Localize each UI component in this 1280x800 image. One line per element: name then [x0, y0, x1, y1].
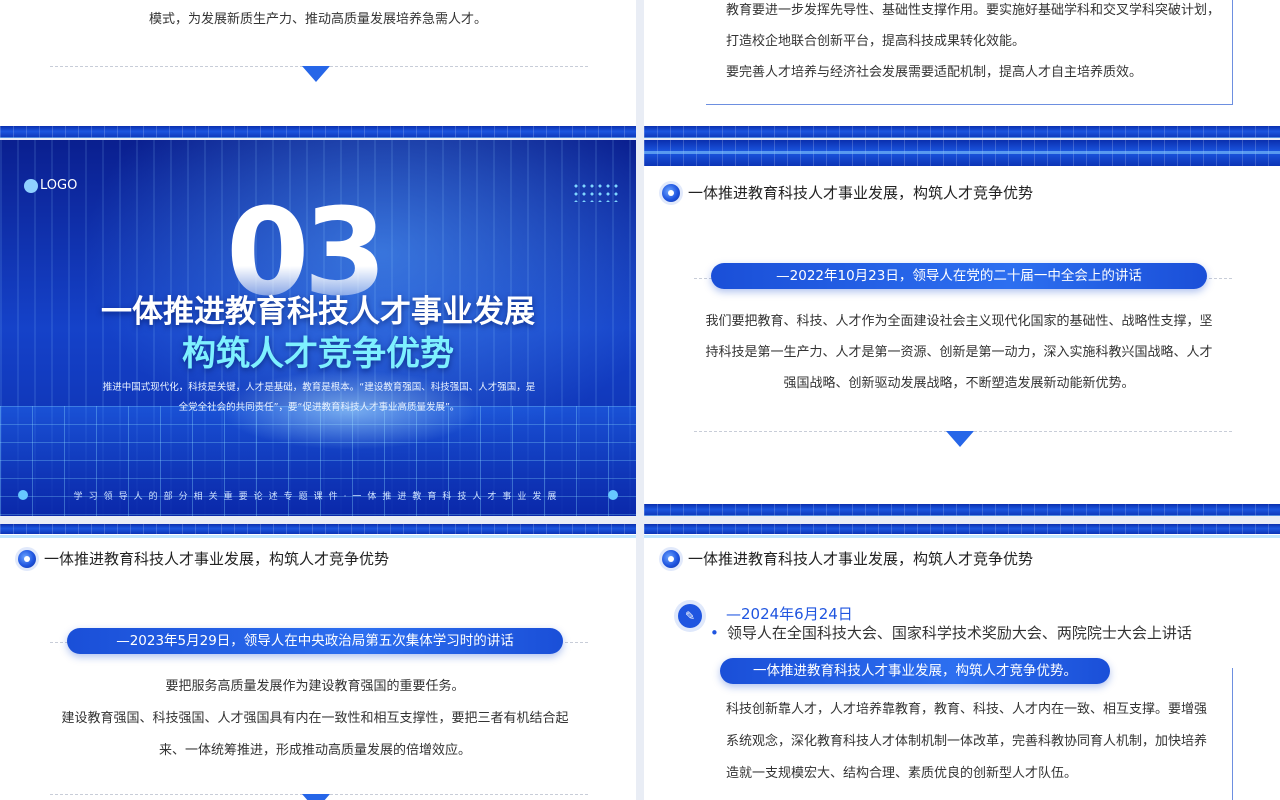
logo-icon [24, 178, 38, 193]
tech-strip [0, 126, 636, 138]
logo: LOGO [24, 178, 77, 193]
slide-heading: 一体推进教育科技人才事业发展，构筑人才竞争优势 [662, 548, 1033, 569]
down-arrow-icon [302, 66, 330, 82]
heading-text: 一体推进教育科技人才事业发展，构筑人才竞争优势 [44, 550, 390, 568]
slide-top-right[interactable]: 教育要进一步发挥先导性、基础性支撑作用。要实施好基础学科和交叉学科突破计划， 打… [644, 0, 1280, 138]
body-line: 强国战略、创新驱动发展战略，不断塑造发展新动能新优势。 [783, 376, 1135, 391]
slide-cover[interactable]: LOGO 03 一体推进教育科技人才事业发展 构筑人才竞争优势 推进中国式现代化… [0, 140, 636, 516]
slide-bottom-right[interactable]: 一体推进教育科技人才事业发展，构筑人才竞争优势 一体推进教育科技人才事业发展，构… [644, 524, 1280, 800]
bullet-icon [662, 183, 680, 202]
body-line: 要完善人才培养与经济社会发展需要适配机制，提高人才自主培养质效。 [726, 65, 1143, 80]
bullet-icon [662, 549, 680, 568]
tech-strip [644, 140, 1280, 166]
slide-heading: 一体推进教育科技人才事业发展，构筑人才竞争优势 [662, 182, 1033, 203]
cover-footer: 学习领导人的部分相关重要论述专题课件·一体推进教育科技人才事业发展 [73, 492, 563, 502]
body-text: 模式，为发展新质生产力、推动高质量发展培养急需人才。 [148, 12, 487, 27]
speech-event: 领导人在全国科技大会、国家科学技术奖励大会、两院院士大会上讲话 [710, 622, 1192, 643]
footer-dot-icon [18, 490, 28, 500]
tech-strip [644, 504, 1280, 516]
slide-heading: 一体推进教育科技人才事业发展，构筑人才竞争优势 [18, 548, 389, 569]
cover-title: 一体推进教育科技人才事业发展 [101, 294, 535, 330]
body-line: 持科技是第一生产力、人才是第一资源、创新是第一动力，深入实施科教兴国战略、人才 [705, 345, 1213, 360]
tech-strip [644, 524, 1280, 538]
quote-pill: 一体推进教育科技人才事业发展，构筑人才竞争优势。 [720, 658, 1110, 684]
speech-date: —2024年6月24日 [726, 605, 853, 623]
bullet-icon [18, 549, 36, 568]
heading-text: 一体推进教育科技人才事业发展，构筑人才竞争优势 [688, 184, 1034, 202]
cover-description: 推进中国式现代化，科技是关键，人才是基础，教育是根本。“建设教育强国、科技强国、… [80, 378, 558, 418]
edit-icon: ✎ [678, 604, 702, 628]
slide-mid-right[interactable]: 一体推进教育科技人才事业发展，构筑人才竞争优势 —2022年10月23日，领导人… [644, 140, 1280, 516]
cover-description-line: 推进中国式现代化，科技是关键，人才是基础，教育是根本。“建设教育强国、科技强国、… [102, 382, 536, 393]
footer-dot-icon [608, 490, 618, 500]
slide-bottom-left[interactable]: 一体推进教育科技人才事业发展，构筑人才竞争优势 —2023年5月29日，领导人在… [0, 524, 636, 800]
body-line: 科技创新靠人才，人才培养靠教育，教育、科技、人才内在一致、相互支撑。要增强 [726, 702, 1208, 717]
tech-strip [0, 524, 636, 538]
logo-text: LOGO [40, 178, 78, 193]
slide-top-left[interactable]: 模式，为发展新质生产力、推动高质量发展培养急需人才。 [0, 0, 636, 138]
body-line: 我们要把教育、科技、人才作为全面建设社会主义现代化国家的基础性、战略性支撑，坚 [705, 314, 1213, 329]
down-arrow-icon [946, 431, 974, 447]
down-arrow-icon [302, 794, 330, 800]
body-line: 系统观念，深化教育科技人才体制机制一体改革，完善科教协同育人机制，加快培养 [726, 734, 1208, 749]
cover-subtitle: 构筑人才竞争优势 [182, 334, 454, 374]
quote-source-pill: —2022年10月23日，领导人在党的二十届一中全会上的讲话 [711, 263, 1207, 289]
quote-source-pill: —2023年5月29日，领导人在中央政治局第五次集体学习时的讲话 [67, 628, 563, 654]
tech-strip [644, 126, 1280, 138]
body-line: 打造校企地联合创新平台，提高科技成果转化效能。 [726, 34, 1026, 49]
cover-description-line: 全党全社会的共同责任”，要“促进教育科技人才事业高质量发展”。 [178, 402, 460, 413]
dot-grid-decoration [572, 182, 622, 202]
body-line: 教育要进一步发挥先导性、基础性支撑作用。要实施好基础学科和交叉学科突破计划， [726, 3, 1221, 18]
body-line: 建设教育强国、科技强国、人才强国具有内在一致性和相互支撑性，要把三者有机结合起 [61, 711, 569, 726]
body-line: 要把服务高质量发展作为建设教育强国的重要任务。 [165, 679, 465, 694]
body-line: 来、一体统筹推进，形成推动高质量发展的倍增效应。 [158, 743, 471, 758]
body-line: 造就一支规模宏大、结构合理、素质优良的创新型人才队伍。 [726, 766, 1078, 781]
heading-text: 一体推进教育科技人才事业发展，构筑人才竞争优势 [688, 550, 1034, 568]
